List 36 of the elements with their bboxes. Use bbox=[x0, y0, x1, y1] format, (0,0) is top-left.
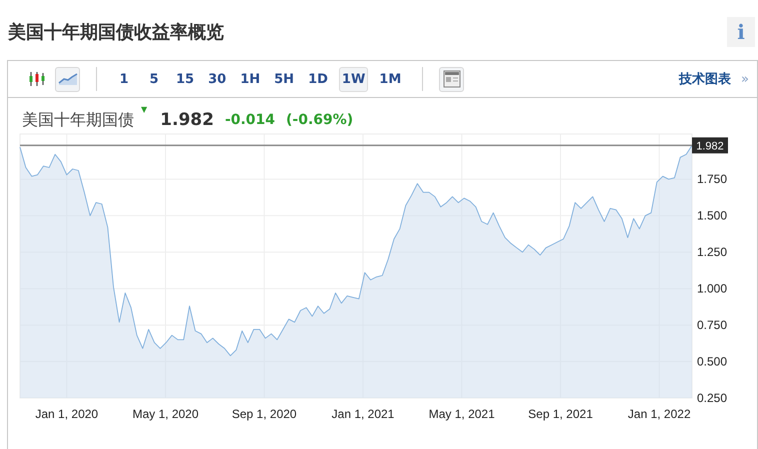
page-title: 美国十年期国债收益率概览 bbox=[8, 21, 224, 44]
percent-change: (-0.69%) bbox=[286, 112, 354, 128]
interval-button[interactable]: 15 bbox=[173, 66, 198, 92]
layout-icon bbox=[442, 70, 461, 88]
axis-label: 0.250 bbox=[697, 391, 728, 405]
axis-label: 0.750 bbox=[697, 318, 728, 332]
axis-label: 0.500 bbox=[697, 354, 728, 369]
technical-chart-link[interactable]: 技术图表 bbox=[679, 70, 732, 88]
price-tag: 1.982 bbox=[692, 137, 728, 154]
axis-label: May 1, 2021 bbox=[428, 407, 495, 421]
down-arrow: ▼ bbox=[141, 105, 148, 114]
axis-label: 1.250 bbox=[697, 245, 728, 260]
axis-label: Jan 1, 2021 bbox=[332, 407, 394, 421]
interval-button[interactable]: 1D bbox=[305, 66, 331, 92]
axis-label: Sep 1, 2021 bbox=[528, 407, 593, 421]
axis-label: May 1, 2020 bbox=[132, 407, 199, 421]
axis-label: Jan 1, 2020 bbox=[35, 407, 98, 421]
interval-button[interactable]: 30 bbox=[205, 66, 230, 92]
axis-label: Jan 1, 2022 bbox=[628, 407, 691, 421]
interval-button[interactable]: 1W bbox=[338, 66, 368, 92]
interval-button[interactable]: 1M bbox=[376, 66, 404, 92]
line-chart-icon bbox=[58, 72, 78, 86]
double-arrow: » bbox=[741, 72, 749, 86]
axis-label: 1.750 bbox=[697, 172, 728, 186]
axis-label: 1.500 bbox=[697, 208, 728, 223]
interval-button[interactable]: 5 bbox=[143, 66, 165, 92]
instrument-name: 美国十年期国债 bbox=[22, 110, 134, 130]
price-change: -0.014 bbox=[224, 112, 276, 128]
axis-label: 1.000 bbox=[697, 282, 728, 296]
interval-button[interactable]: 1H bbox=[237, 66, 264, 92]
interval-button[interactable]: 1 bbox=[113, 66, 135, 92]
interval-button[interactable]: 5H bbox=[271, 66, 298, 92]
layout-button[interactable] bbox=[439, 66, 464, 92]
price: 1.982 bbox=[160, 110, 214, 130]
candlestick-icon bbox=[28, 71, 46, 87]
axis-label: Sep 1, 2020 bbox=[232, 407, 297, 421]
